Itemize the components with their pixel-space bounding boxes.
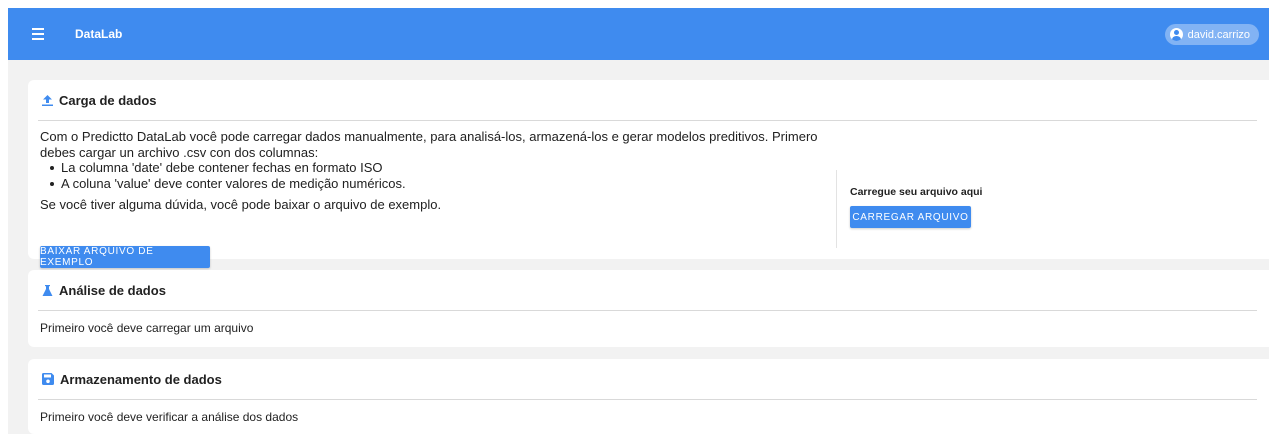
menu-icon[interactable]	[32, 14, 72, 54]
vertical-divider	[836, 170, 837, 248]
analysis-card-header: Análise de dados	[28, 270, 1269, 310]
list-item: La columna 'date' debe contener fechas e…	[50, 160, 830, 176]
upload-area: Carregue seu arquivo aqui CARREGAR ARQUI…	[850, 186, 983, 228]
analysis-card: Análise de dados Primeiro você deve carr…	[28, 270, 1269, 347]
storage-message: Primeiro você deve verificar a análise d…	[40, 410, 299, 424]
app-title: DataLab	[75, 27, 123, 41]
upload-instructions: Com o Predictto DataLab você pode carreg…	[40, 129, 830, 213]
flask-icon	[42, 284, 53, 296]
upload-file-button[interactable]: CARREGAR ARQUIVO	[850, 206, 971, 228]
analysis-card-title: Análise de dados	[59, 282, 166, 298]
upload-card-header: Carga de dados	[28, 80, 1269, 120]
storage-card: Armazenamento de dados Primeiro você dev…	[28, 359, 1269, 434]
upload-label: Carregue seu arquivo aqui	[850, 186, 983, 198]
help-text: Se você tiver alguma dúvida, você pode b…	[40, 197, 442, 212]
upload-icon	[42, 94, 53, 106]
list-item: A coluna 'value' deve conter valores de …	[50, 176, 830, 192]
username: david.carrizo	[1187, 28, 1250, 41]
upload-card: Carga de dados Com o Predictto DataLab v…	[28, 80, 1269, 268]
storage-card-header: Armazenamento de dados	[28, 359, 1269, 399]
account-icon	[1169, 28, 1183, 41]
download-example-button[interactable]: BAIXAR ARQUIVO DE EXEMPLO	[40, 246, 210, 268]
user-menu-button[interactable]: david.carrizo	[1164, 24, 1259, 45]
divider	[38, 120, 1257, 121]
main-content: Carga de dados Com o Predictto DataLab v…	[8, 60, 1269, 434]
upload-intro-text: Com o Predictto DataLab você pode carreg…	[40, 129, 818, 160]
analysis-message: Primeiro você deve carregar um arquivo	[40, 321, 254, 335]
storage-card-title: Armazenamento de dados	[60, 371, 222, 387]
save-icon	[42, 373, 54, 385]
column-requirements-list: La columna 'date' debe contener fechas e…	[50, 160, 830, 191]
top-app-bar: DataLab david.carrizo	[8, 8, 1269, 60]
upload-card-title: Carga de dados	[59, 92, 157, 108]
